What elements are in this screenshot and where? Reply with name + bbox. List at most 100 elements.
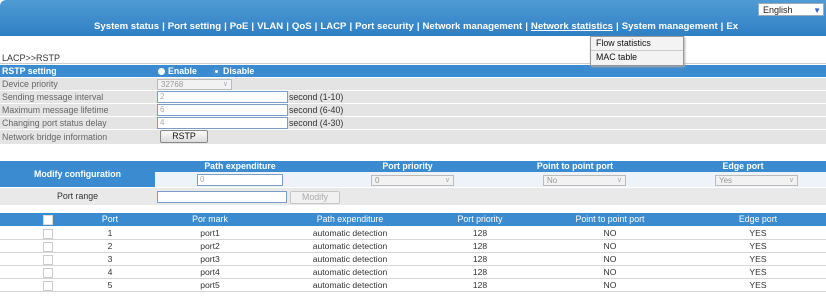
divider [0,63,826,64]
top-banner: English ▼ System status | Port setting | PoE… [0,0,826,36]
max-lifetime-row: Maximum message lifetime 6 second (6-40) [0,104,826,117]
point-to-point-select[interactable]: No ∨ [543,175,626,186]
language-select[interactable]: English ▼ [758,3,824,16]
sending-interval-row: Sending message interval 2 second (1-10) [0,91,826,104]
table-cell: 128 [472,280,488,290]
table-row: 3 port3 automatic detection 128 NO YES [0,253,826,266]
chevron-down-icon: ∨ [788,177,794,184]
chevron-down-icon: ∨ [616,177,622,184]
nav-separator: | [314,21,318,32]
th-path-expenditure: Path expenditure [316,214,384,224]
nav-item[interactable]: QoS [292,21,312,32]
nav-item[interactable]: Ex [726,21,738,32]
nav-separator: | [286,21,289,32]
port-delay-row: Changing port status delay 4 second (4-3… [0,117,826,130]
row-checkbox[interactable] [43,255,53,265]
language-value: English [763,5,793,15]
edge-port-select[interactable]: Yes ∨ [715,175,798,186]
nav-item[interactable]: Network statistics [531,21,613,32]
table-cell: 1 [107,228,113,238]
modify-button[interactable]: Modify [290,191,340,204]
table-cell: 128 [472,267,488,277]
modify-values-row: 0 0 ∨ No ∨ Yes ∨ [155,172,826,187]
table-cell: 128 [472,254,488,264]
port-delay-label: Changing port status delay [2,118,107,128]
rstp-enable-radio[interactable]: Enable [158,66,197,77]
network-statistics-menu: Flow statistics MAC table [590,36,684,66]
main-nav: System status | Port setting | PoE | VLAN | QoS |… [94,21,738,32]
table-cell: NO [603,280,617,290]
path-expenditure-input[interactable]: 0 [197,174,283,186]
nav-item[interactable]: System status [94,21,159,32]
rstp-button[interactable]: RSTP [160,130,208,143]
table-cell: YES [749,280,767,290]
nav-separator: | [720,21,724,32]
breadcrumb: LACP>>RSTP [2,53,61,63]
table-cell: automatic detection [312,254,388,264]
row-checkbox[interactable] [43,229,53,239]
th-port-priority: Port priority [457,214,503,224]
table-cell: automatic detection [312,267,388,277]
table-cell: NO [603,267,617,277]
nav-item[interactable]: VLAN [257,21,283,32]
rstp-disable-radio[interactable]: Disable [213,66,254,77]
table-cell: automatic detection [312,228,388,238]
row-checkbox[interactable] [43,242,53,252]
point-to-point-value: No [547,176,558,185]
menu-item-flow-statistics[interactable]: Flow statistics [591,37,683,51]
table-cell: port2 [200,241,220,251]
table-cell: port4 [200,267,220,277]
table-cell: 4 [107,267,113,277]
th-port: Port [101,214,119,224]
th-edge-port: Edge port [738,214,778,224]
chevron-down-icon: ∨ [444,177,450,184]
max-lifetime-input[interactable]: 6 [157,104,288,116]
port-table-header: Port Por mark Path expenditure Port prio… [0,213,826,226]
menu-item-mac-table[interactable]: MAC table [591,51,683,64]
nav-separator: | [616,21,619,32]
nav-item[interactable]: LACP [320,21,346,32]
table-row: 2 port2 automatic detection 128 NO YES [0,240,826,253]
table-row: 4 port4 automatic detection 128 NO YES [0,266,826,279]
sending-interval-input[interactable]: 2 [157,91,288,103]
device-priority-value: 32768 [161,80,184,89]
table-cell: port5 [200,280,220,290]
nav-separator: | [349,21,353,32]
col-point-to-point: Point to point port [536,161,614,171]
table-cell: YES [749,228,767,238]
max-lifetime-label: Maximum message lifetime [2,105,109,115]
disable-label: Disable [223,66,255,76]
row-checkbox[interactable] [43,281,53,291]
max-lifetime-unit: second (6-40) [289,105,344,115]
device-priority-label: Device priority [2,79,58,89]
table-cell: YES [749,267,767,277]
chevron-down-icon: ∨ [222,81,228,88]
col-path-expenditure: Path expenditure [204,161,276,171]
bridge-info-label: Network bridge information [2,132,108,142]
table-cell: automatic detection [312,280,388,290]
nav-item[interactable]: PoE [230,21,249,32]
th-point-to-point: Point to point port [575,214,645,224]
col-port-priority: Port priority [382,161,433,171]
nav-item[interactable]: Network management [423,21,523,32]
port-delay-input[interactable]: 4 [157,117,288,129]
table-cell: 5 [107,280,113,290]
radio-icon [158,68,165,75]
select-all-checkbox[interactable] [43,215,53,225]
nav-separator: | [162,21,165,32]
row-checkbox[interactable] [43,268,53,278]
port-range-input[interactable] [157,191,287,203]
radio-selected-icon [213,68,220,75]
nav-item[interactable]: System management [622,21,718,32]
edge-port-value: Yes [719,176,733,185]
col-edge-port: Edge port [722,161,764,171]
nav-item[interactable]: Port security [355,21,414,32]
table-cell: YES [749,254,767,264]
device-priority-select[interactable]: 32768 ∨ [157,79,232,90]
port-priority-select[interactable]: 0 ∨ [371,175,454,186]
nav-separator: | [416,21,420,32]
rstp-setting-row: RSTP setting Enable Disable [0,65,826,78]
nav-item[interactable]: Port setting [168,21,221,32]
sending-interval-label: Sending message interval [2,92,104,102]
port-range-label: Port range [56,191,99,201]
